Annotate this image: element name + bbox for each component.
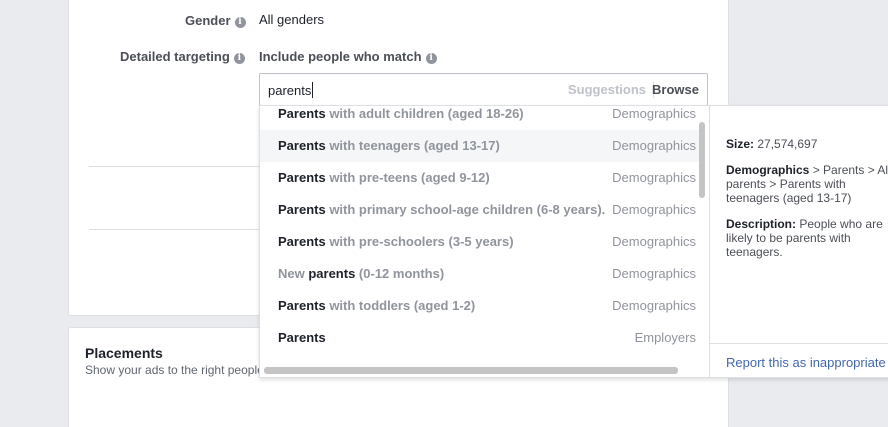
suggestions-dropdown: Parents with adult children (aged 18-26)… [259,105,888,378]
placements-title: Placements [85,345,163,361]
targeting-search-box: Suggestions Browse [259,73,708,106]
targeting-search-input[interactable] [268,81,548,99]
vertical-scrollbar[interactable] [699,122,705,198]
item-category: Demographics [612,298,696,313]
description: Description: People who are likely to be… [726,217,883,259]
list-item[interactable]: Parents Employers [260,322,700,354]
list-item[interactable]: New parents (0-12 months) Demographics [260,258,700,290]
list-item[interactable]: Parents with pre-teens (aged 9-12) Demog… [260,162,700,194]
item-label: Parents with teenagers (aged 13-17) [278,138,500,153]
browse-link[interactable]: Browse [652,82,699,97]
text-caret [312,82,313,98]
item-label: Parents with primary school-age children… [278,202,606,217]
detail-footer: Report this as inappropriate [710,343,888,377]
list-item[interactable]: Parents with pre-schoolers (3-5 years) D… [260,226,700,258]
list-item[interactable]: Parents with primary school-age children… [260,194,700,226]
horizontal-scrollbar[interactable] [264,367,678,374]
report-inappropriate-link[interactable]: Report this as inappropriate [726,355,886,370]
gender-value[interactable]: All genders [259,12,324,27]
item-category: Demographics [612,202,696,217]
info-icon[interactable]: i [234,17,246,28]
list-item[interactable]: Parents with teenagers (aged 13-17) Demo… [260,130,700,162]
item-category: Employers [634,330,696,345]
item-label: Parents [278,330,326,345]
item-category: Demographics [612,170,696,185]
item-category: Demographics [612,106,696,121]
suggestions-link[interactable]: Suggestions [568,82,646,97]
list-item[interactable]: Parents with toddlers (aged 1-2) Demogra… [260,290,700,322]
divider [89,166,259,167]
size-info: Size: 27,574,697 [726,137,818,151]
item-category: Demographics [612,266,696,281]
category-path: Demographics > Parents > All parents > P… [726,163,888,205]
item-label: Parents with adult children (aged 18-26) [278,106,524,121]
detail-pane: Size: 27,574,697 Demographics > Parents … [709,106,888,377]
info-icon[interactable]: i [425,53,437,64]
divider [89,229,259,230]
gender-label: Gender i [185,13,246,28]
item-label: Parents with pre-schoolers (3-5 years) [278,234,514,249]
results-list: Parents with adult children (aged 18-26)… [260,106,700,364]
item-label: New parents (0-12 months) [278,266,445,281]
info-icon[interactable]: i [233,53,245,64]
list-item[interactable]: Parents with adult children (aged 18-26)… [260,106,700,130]
detailed-targeting-label: Detailed targeting i [120,49,245,64]
item-label: Parents with pre-teens (aged 9-12) [278,170,490,185]
item-label: Parents with toddlers (aged 1-2) [278,298,476,313]
include-people-label: Include people who match i [259,49,437,64]
item-category: Demographics [612,138,696,153]
item-category: Demographics [612,234,696,249]
